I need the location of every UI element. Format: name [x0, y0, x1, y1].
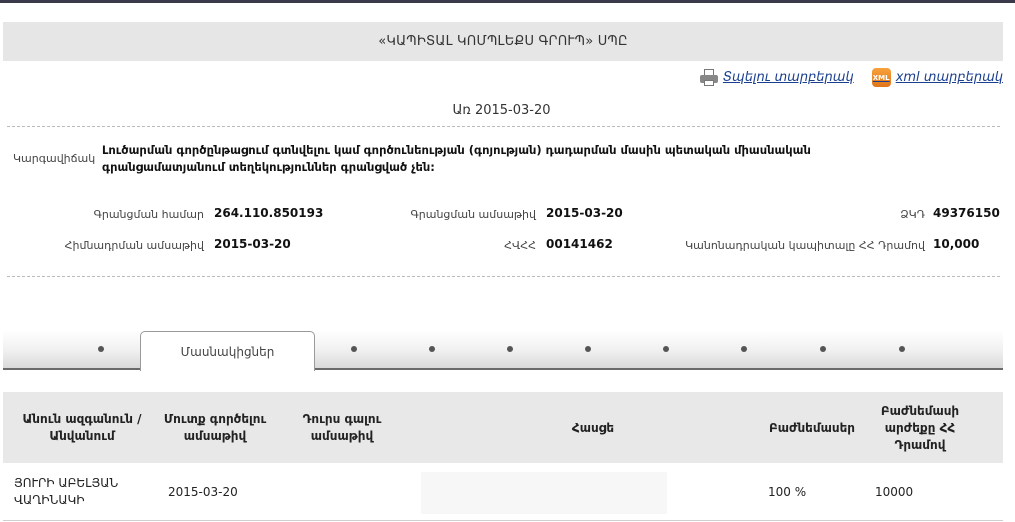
tab-dot[interactable] — [507, 346, 513, 352]
tab-dot[interactable] — [351, 346, 357, 352]
xml-version-label: xml տարբերակ — [895, 70, 1003, 85]
tab-dot[interactable] — [820, 346, 826, 352]
tax-id-label: ՀՎՀՀ — [504, 239, 536, 252]
as-of-date: Առ 2015-03-20 — [452, 103, 551, 118]
print-version-label: Տպելու տարբերակ — [722, 70, 854, 85]
zkd-label: ՁԿԴ — [900, 208, 925, 221]
capital-label: Կանոնադրական կապիտալը ՀՀ Դրամով — [685, 239, 925, 252]
divider-bottom — [7, 276, 1000, 277]
status-text: Լուծարման գործընթացում գտնվելու կամ գործ… — [102, 143, 811, 174]
tab-dot[interactable] — [585, 346, 591, 352]
col-header-exit-date: Դուրս գալու ամսաթիվ — [302, 412, 382, 443]
participant-address — [421, 472, 667, 514]
participant-entry-date: 2015-03-20 — [168, 485, 238, 499]
divider-top — [7, 126, 1000, 127]
export-actions: Տպելու տարբերակ XML xml տարբերակ — [699, 68, 1003, 87]
tab-participants-label: Մասնակիցներ — [180, 344, 275, 359]
company-title-bar: «ԿԱՊԻՏԱԼ ԿՈՄՊԼԵՔՍ ԳՐՈՒՊ» ՍՊԸ — [3, 22, 1003, 61]
print-version-link[interactable]: Տպելու տարբերակ — [699, 69, 854, 86]
company-title: «ԿԱՊԻՏԱԼ ԿՈՄՊԼԵՔՍ ԳՐՈՒՊ» ՍՊԸ — [378, 34, 628, 49]
tab-dot[interactable] — [899, 346, 905, 352]
printer-icon — [699, 69, 718, 86]
reg-date-label: Գրանցման ամսաթիվ — [410, 208, 536, 221]
xml-icon: XML — [871, 68, 891, 87]
capital-value: 10,000 — [933, 237, 980, 251]
founding-date-label: Հիմնադրման ամսաթիվ — [64, 239, 204, 252]
tab-dot[interactable] — [98, 346, 104, 352]
col-header-shares: Բաժնեմասեր — [769, 421, 855, 435]
participant-shares: 100 % — [768, 485, 807, 499]
reg-number-value: 264.110.850193 — [214, 206, 324, 220]
tax-id-value: 00141462 — [546, 237, 613, 251]
reg-date-value: 2015-03-20 — [546, 206, 623, 220]
top-rule — [0, 0, 1015, 3]
participant-name: ՅՈՒՐԻ ԱԲԵԼՅԱՆ ՎԱՂԻՆԱԿԻ — [14, 476, 119, 507]
xml-version-link[interactable]: XML xml տարբերակ — [871, 68, 1003, 87]
tab-participants[interactable]: Մասնակիցներ — [140, 331, 315, 371]
tab-dot[interactable] — [741, 346, 747, 352]
tab-dot[interactable] — [429, 346, 435, 352]
col-header-entry-date: Մուտք գործելու ամսաթիվ — [163, 412, 267, 443]
tab-dot[interactable] — [663, 346, 669, 352]
col-header-address: Հասցե — [571, 421, 615, 435]
row-divider — [3, 520, 1003, 521]
col-header-share-value: Բաժնեմասի արժեքը ՀՀ Դրամով — [880, 404, 960, 452]
participant-share-value: 10000 — [875, 485, 914, 499]
status-label: Կարգավիճակ — [13, 152, 96, 165]
col-header-name: Անուն ազգանուն / Անվանում — [22, 412, 142, 443]
zkd-value: 49376150 — [933, 206, 1000, 220]
founding-date-value: 2015-03-20 — [214, 237, 291, 251]
reg-number-label: Գրանցման համար — [93, 208, 204, 221]
